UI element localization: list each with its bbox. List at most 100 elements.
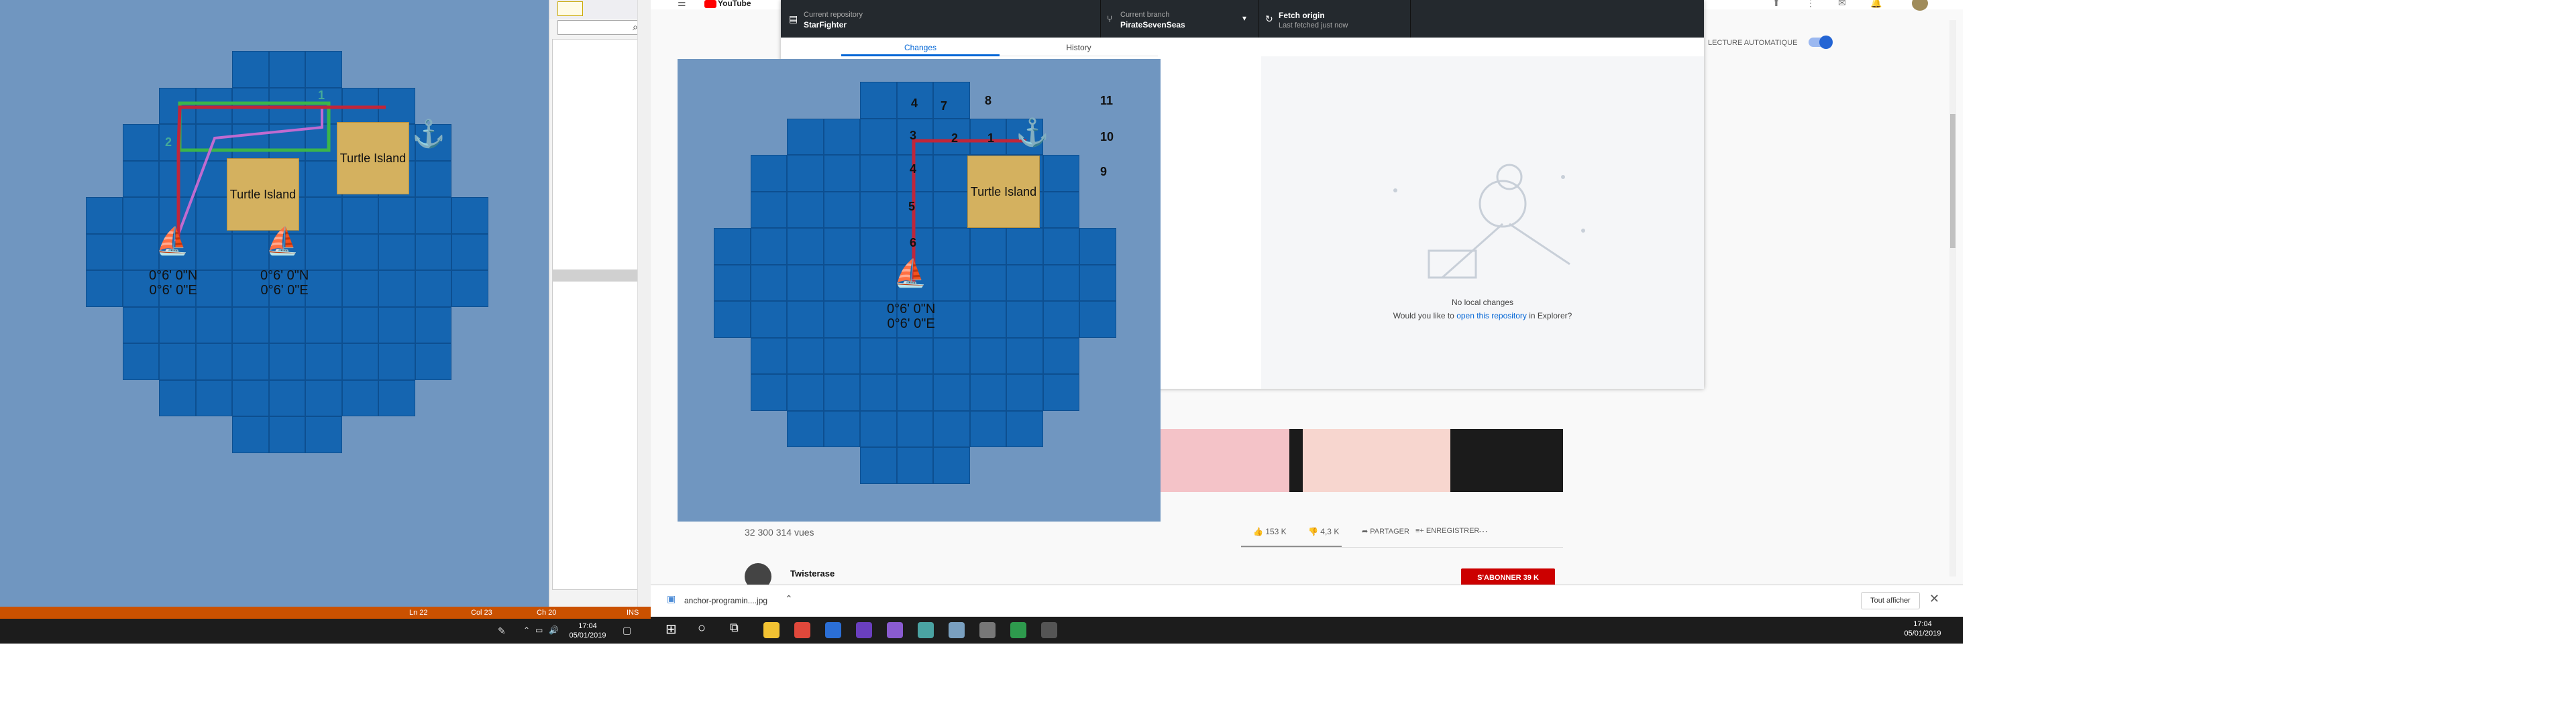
avatar[interactable] <box>1912 0 1928 11</box>
center-number-7: 7 <box>941 99 948 113</box>
spreadsheet-icon[interactable] <box>1010 622 1026 638</box>
center-number-5: 5 <box>908 200 916 213</box>
file-explorer-icon[interactable] <box>763 622 780 638</box>
like-button[interactable]: 👍 153 K <box>1253 527 1287 536</box>
right-empty-area <box>1963 0 2576 724</box>
route-pink-line <box>174 107 323 242</box>
coord-lat: 0°6' 0"N <box>260 268 309 283</box>
empty-state-prefix: Would you like to <box>1393 311 1457 320</box>
playlist-add-icon: ≡+ <box>1415 527 1424 535</box>
sidebar-scrollbar[interactable] <box>1949 20 1956 577</box>
volume-icon[interactable]: 🔊 <box>549 625 559 635</box>
apps-icon[interactable]: ⋮ <box>1806 0 1815 9</box>
center-number-9: 9 <box>1100 165 1108 178</box>
route-green-rect <box>178 101 331 152</box>
app-icon[interactable] <box>918 622 934 638</box>
route-red-line <box>912 139 1026 282</box>
ship-icon: ⛵ <box>894 259 927 288</box>
left-route-svg <box>174 101 386 242</box>
app-icon[interactable] <box>949 622 965 638</box>
editor-window: ⌕ <box>549 0 651 607</box>
video-frame-skin <box>1303 429 1450 492</box>
left-ship-coords-1: 0°6' 0"N 0°6' 0"E <box>149 268 197 298</box>
tab-history[interactable]: History <box>1000 39 1158 56</box>
editor-status-bar: Ln 22 Col 23 Ch 20 INS <box>0 607 651 619</box>
left-monitor-bottom <box>0 644 657 724</box>
center-number-4: 4 <box>910 162 917 176</box>
current-repository-button[interactable]: ▤ Current repository StarFighter <box>781 0 1101 38</box>
current-branch-button[interactable]: ⑂ Current branch PirateSevenSeas ▾ <box>1100 0 1259 38</box>
share-button[interactable]: ➦ PARTAGER <box>1362 527 1409 536</box>
dislike-count: 4,3 K <box>1320 527 1340 536</box>
save-label: ENREGISTRER <box>1426 527 1480 535</box>
tab-changes[interactable]: Changes <box>841 39 1000 56</box>
chevron-up-icon[interactable]: ⌃ <box>523 625 530 635</box>
visual-studio-icon[interactable] <box>856 622 872 638</box>
view-count: 32 300 314 vues <box>745 527 814 538</box>
empty-state: No local changes Would you like to open … <box>1261 56 1704 389</box>
mail-icon[interactable] <box>825 622 841 638</box>
empty-state-title: No local changes <box>1451 298 1514 307</box>
chevron-down-icon: ▾ <box>1242 13 1247 23</box>
download-file-name[interactable]: anchor-programin....jpg <box>684 596 767 605</box>
photo-app-icon[interactable] <box>887 622 903 638</box>
editor-search-box[interactable] <box>557 20 645 35</box>
right-taskbar: ⊞ ○ ⧉ 17:04 05/01/2019 <box>651 617 1963 644</box>
center-number-6: 6 <box>910 236 917 249</box>
menu-icon[interactable]: ☰ <box>678 0 686 9</box>
channel-name[interactable]: Twisterase <box>790 568 835 579</box>
pen-icon[interactable]: ✎ <box>498 625 506 637</box>
notification-icon[interactable]: ▢ <box>623 625 631 636</box>
network-icon[interactable]: ▭ <box>535 625 543 635</box>
clock[interactable]: 17:04 05/01/2019 <box>1902 619 1943 638</box>
status-col: Col 23 <box>471 609 492 617</box>
bell-icon[interactable]: 🔔 <box>1870 0 1882 9</box>
sentiment-bar <box>1241 546 1342 547</box>
clock-time: 17:04 <box>578 622 597 630</box>
download-bar: ▣ anchor-programin....jpg ⌃ Tout affiche… <box>651 585 1963 617</box>
editor-dropdown[interactable] <box>557 1 583 16</box>
messages-icon[interactable]: ✉ <box>1838 0 1846 9</box>
autoplay-toggle[interactable] <box>1809 36 1833 49</box>
left-ship-coords-2: 0°6' 0"N 0°6' 0"E <box>260 268 309 298</box>
status-ins: INS <box>627 609 639 617</box>
editor-selected-row[interactable] <box>552 269 639 282</box>
thumbs-down-icon: 👎 <box>1308 527 1318 536</box>
cortana-icon[interactable]: ○ <box>698 621 706 636</box>
clock[interactable]: 17:04 05/01/2019 <box>568 621 608 640</box>
right-monitor-bottom <box>651 644 1963 724</box>
youtube-logo-icon[interactable] <box>704 0 716 8</box>
repo-label: Current repository <box>804 11 863 19</box>
task-view-icon[interactable]: ⧉ <box>730 621 739 635</box>
fetch-origin-button[interactable]: ↻ Fetch origin Last fetched just now <box>1258 0 1411 38</box>
more-icon[interactable]: ⋯ <box>1479 526 1488 537</box>
open-repository-link[interactable]: open this repository <box>1456 311 1527 320</box>
share-label: PARTAGER <box>1370 528 1409 536</box>
close-icon[interactable]: ✕ <box>1929 592 1939 606</box>
calculator-icon[interactable] <box>979 622 996 638</box>
like-count: 153 K <box>1265 527 1287 536</box>
video-frame-pink <box>1155 429 1289 492</box>
dislike-button[interactable]: 👎 4,3 K <box>1308 527 1339 536</box>
coord-lat: 0°6' 0"N <box>149 268 198 283</box>
editor-pane <box>552 39 641 590</box>
video-player[interactable] <box>1155 429 1563 492</box>
chrome-icon[interactable] <box>794 622 810 638</box>
center-number-top: 4 <box>911 97 918 110</box>
app-icon[interactable] <box>1041 622 1057 638</box>
sidebar-scrollbar-thumb[interactable] <box>1950 114 1955 248</box>
left-monitor: ⌕ Turtle Island Turtle Island 1 2 ⚓ ⛵ ⛵ … <box>0 0 657 724</box>
center-ship-coords: 0°6' 0"N 0°6' 0"E <box>887 302 935 331</box>
chevron-up-icon[interactable]: ⌃ <box>785 593 793 605</box>
autoplay-label: LECTURE AUTOMATIQUE <box>1708 39 1798 47</box>
file-icon: ▣ <box>667 593 676 604</box>
upload-icon[interactable]: ⬆ <box>1772 0 1780 9</box>
clock-date: 05/01/2019 <box>569 631 606 640</box>
show-all-button[interactable]: Tout afficher <box>1861 592 1920 609</box>
save-button[interactable]: ≡+ ENREGISTRER <box>1415 527 1479 535</box>
branch-value: PirateSevenSeas <box>1120 20 1185 29</box>
center-number-11: 11 <box>1100 94 1114 107</box>
windows-start-icon[interactable]: ⊞ <box>665 621 677 638</box>
coord-lon: 0°6' 0"E <box>887 316 935 331</box>
left-map-image: Turtle Island Turtle Island 1 2 ⚓ ⛵ ⛵ 0°… <box>0 0 549 607</box>
